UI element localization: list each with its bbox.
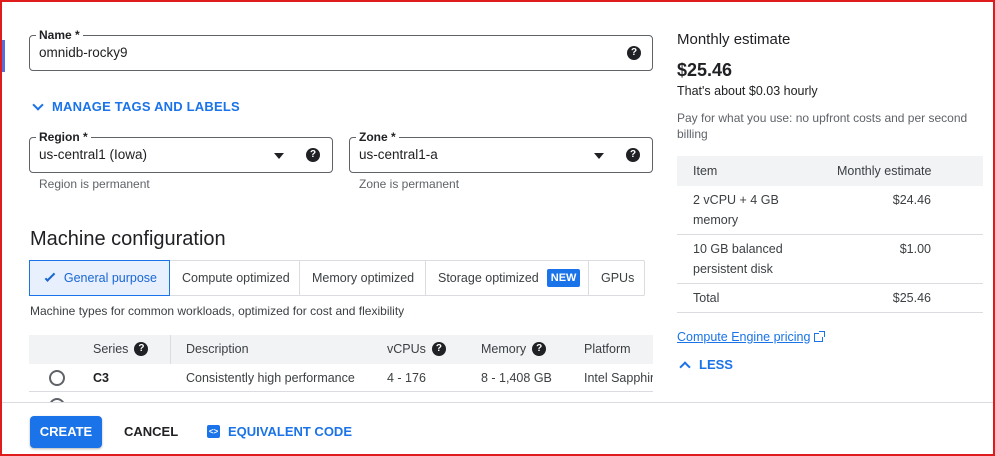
estimate-cost: $25.46 [892, 291, 931, 305]
col-item: Item [693, 164, 718, 178]
machine-family-description: Machine types for common workloads, opti… [30, 304, 405, 318]
help-icon[interactable]: ? [626, 148, 640, 162]
less-button[interactable]: LESS [679, 357, 733, 373]
estimate-note: Pay for what you use: no upfront costs a… [677, 111, 968, 141]
section-title: Machine configuration [30, 228, 226, 250]
tab-label: Compute optimized [182, 271, 290, 285]
manage-tags-label: MANAGE TAGS AND LABELS [52, 99, 240, 114]
region-label: Region * [36, 130, 91, 144]
pricing-link[interactable]: Compute Engine pricing [677, 330, 826, 344]
external-link-icon [814, 330, 826, 342]
name-field[interactable]: Name * omnidb-rocky9 ? [29, 28, 653, 71]
col-memory: Memory ? [481, 342, 547, 356]
table-row[interactable]: C3 Consistently high performance 4 - 176… [29, 364, 653, 392]
col-platform: Platform [584, 342, 631, 356]
section-indicator [2, 40, 5, 72]
help-icon[interactable]: ? [627, 46, 641, 60]
equivalent-code-label: EQUIVALENT CODE [228, 424, 352, 439]
help-icon[interactable]: ? [134, 342, 149, 356]
check-icon [44, 271, 56, 282]
col-monthly-estimate: Monthly estimate [837, 164, 932, 178]
series-vcpus: 4 - 176 [387, 371, 426, 385]
cancel-button[interactable]: CANCEL [124, 424, 178, 439]
estimate-cost: $24.46 [892, 193, 931, 207]
tab-label: Storage optimized [438, 271, 539, 285]
manage-tags-button[interactable]: MANAGE TAGS AND LABELS [30, 98, 240, 114]
series-description: Consistently high performance [186, 371, 355, 385]
tab-label: GPUs [601, 271, 635, 285]
code-icon: <> [207, 425, 220, 438]
zone-select[interactable]: Zone * us-central1-a ? [349, 130, 653, 173]
action-bar: CREATE CANCEL <> EQUIVALENT CODE [2, 402, 993, 454]
chevron-down-icon [32, 98, 44, 111]
tab-general-purpose[interactable]: General purpose [29, 260, 170, 296]
estimate-cost: $1.00 [899, 242, 931, 256]
new-badge: NEW [546, 269, 581, 287]
region-select[interactable]: Region * us-central1 (Iowa) ? [29, 130, 333, 173]
estimate-price: $25.46 [677, 60, 733, 80]
name-field-label: Name * [36, 28, 83, 42]
help-icon[interactable]: ? [532, 342, 547, 356]
region-hint: Region is permanent [39, 177, 150, 191]
zone-value: us-central1-a [359, 147, 438, 162]
tab-gpus[interactable]: GPUs [589, 261, 644, 295]
series-platform: Intel Sapphire Rapids [584, 371, 653, 385]
tab-storage-optimized[interactable]: Storage optimized NEW [426, 261, 589, 295]
table-row: 2 vCPU + 4 GB memory $24.46 [677, 186, 983, 235]
zone-label: Zone * [356, 130, 399, 144]
estimate-item: 2 vCPU + 4 GB memory [693, 193, 779, 227]
tab-compute-optimized[interactable]: Compute optimized [170, 261, 300, 295]
table-row: 10 GB balanced persistent disk $1.00 [677, 235, 983, 284]
name-input[interactable]: omnidb-rocky9 [39, 45, 128, 60]
machine-family-tabs: General purpose Compute optimized Memory… [29, 260, 645, 296]
create-button[interactable]: CREATE [30, 416, 102, 448]
series-table: Series ? Description vCPUs ? Memory ? Pl… [29, 335, 653, 402]
col-series: Series ? [93, 342, 149, 356]
tab-label: Memory optimized [312, 271, 415, 285]
col-vcpus-label: vCPUs [387, 342, 426, 356]
region-value: us-central1 (Iowa) [39, 147, 148, 162]
chevron-up-icon [679, 360, 691, 373]
estimate-item: 10 GB balanced persistent disk [693, 242, 783, 276]
estimate-item: Total [693, 291, 720, 305]
estimate-title: Monthly estimate [677, 31, 791, 48]
dropdown-caret-icon [274, 153, 284, 159]
table-header: Series ? Description vCPUs ? Memory ? Pl… [29, 335, 653, 364]
series-name: C3 [93, 371, 109, 385]
zone-hint: Zone is permanent [359, 177, 460, 191]
estimate-table-header: Item Monthly estimate [677, 156, 983, 186]
estimate-hourly: That's about $0.03 hourly [677, 84, 818, 98]
table-row: Total $25.46 [677, 284, 983, 313]
col-memory-label: Memory [481, 342, 527, 356]
tab-memory-optimized[interactable]: Memory optimized [300, 261, 426, 295]
col-vcpus: vCPUs ? [387, 342, 446, 356]
series-memory: 8 - 1,408 GB [481, 371, 552, 385]
help-icon[interactable]: ? [431, 342, 446, 356]
tab-label: General purpose [63, 271, 157, 285]
help-icon[interactable]: ? [306, 148, 320, 162]
column-divider [170, 335, 171, 364]
col-description: Description [186, 342, 249, 356]
less-label: LESS [699, 357, 733, 372]
col-series-label: Series [93, 342, 129, 356]
dropdown-caret-icon [594, 153, 604, 159]
series-radio[interactable] [49, 370, 65, 386]
pricing-link-label: Compute Engine pricing [677, 330, 811, 344]
equivalent-code-button[interactable]: <> EQUIVALENT CODE [207, 424, 352, 439]
estimate-table: Item Monthly estimate 2 vCPU + 4 GB memo… [677, 156, 983, 313]
